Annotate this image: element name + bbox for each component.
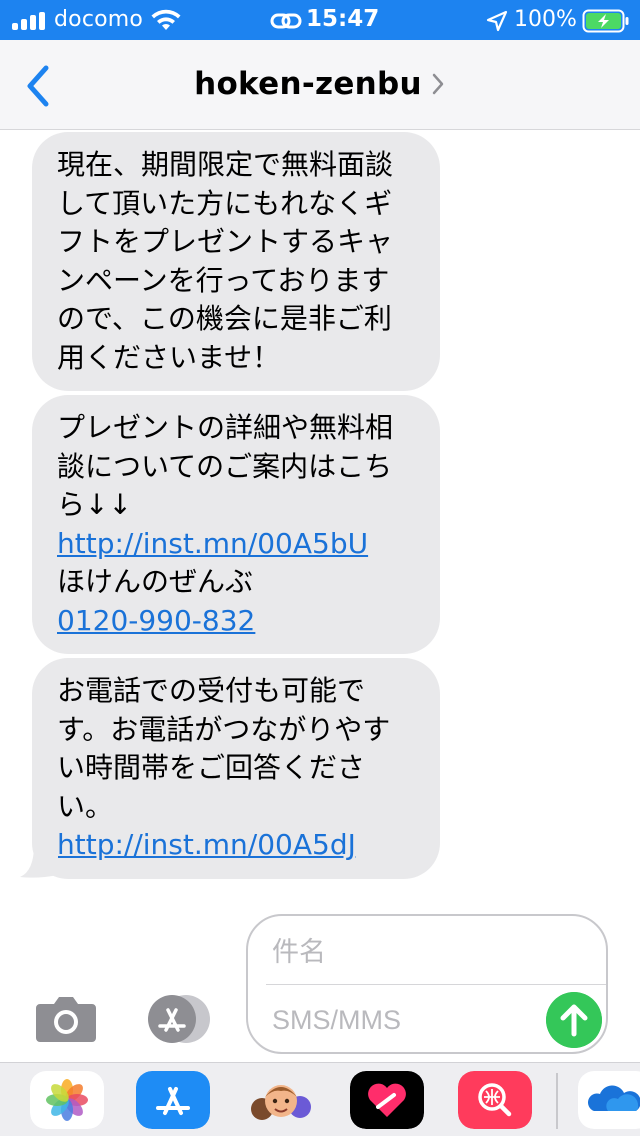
app-store-icon[interactable] [140, 992, 212, 1046]
message-line: 用くださいませ！ [57, 340, 281, 374]
wifi-icon [151, 9, 181, 30]
message-bubble[interactable]: お電話での受付も可能で す。お電話がつながりやす い時間帯をご回答くださ い。 … [32, 658, 440, 879]
conversation-header: hoken-zenbu [0, 40, 640, 130]
drawer-divider [556, 1073, 558, 1129]
sender-name: ほけんのぜんぶ [57, 565, 254, 598]
message-line: ら↓↓ [57, 488, 132, 521]
arrow-up-icon[interactable] [546, 992, 602, 1048]
onedrive-icon[interactable] [578, 1071, 640, 1129]
digital-touch-icon[interactable] [350, 1071, 424, 1129]
message-bubble[interactable]: 現在、期間限定で無料面談 して頂いた方にもれなくギ フトをプレゼントするキャ ン… [32, 132, 440, 391]
message-link[interactable]: http://inst.mn/00A5bU [57, 525, 420, 564]
message-line: フトをプレゼントするキャ [57, 225, 394, 258]
message-line: プレゼントの詳細や無料相 [57, 411, 394, 444]
app-store-icon[interactable] [136, 1071, 210, 1129]
clock: 15:47 [306, 6, 380, 32]
carrier-name: docomo [54, 7, 144, 32]
bubble-tail [20, 845, 58, 878]
message-line: お電話での受付も可能で [57, 674, 366, 707]
contact-name: hoken-zenbu [194, 66, 422, 102]
location-arrow-icon [486, 10, 508, 32]
message-bubble[interactable]: プレゼントの詳細や無料相 談についてのご案内はこち ら↓↓ http://ins… [32, 395, 440, 654]
hotspot-link-icon [270, 13, 302, 29]
images-search-icon[interactable] [458, 1071, 532, 1129]
message-line: い時間帯をご回答くださ [57, 751, 366, 784]
phone-number-link[interactable]: 0120-990-832 [57, 602, 420, 641]
message-list: 現在、期間限定で無料面談 して頂いた方にもれなくギ フトをプレゼントするキャ ン… [0, 130, 640, 900]
message-input-box [246, 914, 608, 1054]
message-line: 現在、期間限定で無料面談 [57, 148, 394, 181]
message-line: して頂いた方にもれなくギ [57, 186, 393, 220]
cellular-signal-icon [12, 12, 48, 30]
message-link[interactable]: http://inst.mn/00A5dJ [57, 826, 420, 865]
subject-field[interactable] [272, 928, 592, 976]
input-divider [266, 984, 606, 985]
memoji-icon[interactable] [244, 1071, 318, 1129]
battery-charging-icon [582, 9, 629, 33]
message-line: ので、この機会に是非ご利 [57, 302, 392, 335]
message-line: い。 [57, 789, 114, 823]
message-body-field[interactable] [272, 998, 532, 1042]
message-line: す。お電話がつながりやす [57, 712, 391, 746]
message-line: ンペーンを行っております [57, 263, 390, 297]
contact-title[interactable]: hoken-zenbu [0, 66, 640, 102]
status-bar: docomo 15:47 100% [0, 0, 640, 40]
message-line: 談についてのご案内はこち [57, 449, 393, 483]
battery-percentage: 100% [514, 7, 577, 32]
compose-area [0, 900, 640, 1060]
camera-icon[interactable] [34, 994, 98, 1044]
app-drawer [0, 1062, 640, 1136]
photos-icon[interactable] [30, 1071, 104, 1129]
chevron-right-icon [432, 73, 444, 95]
